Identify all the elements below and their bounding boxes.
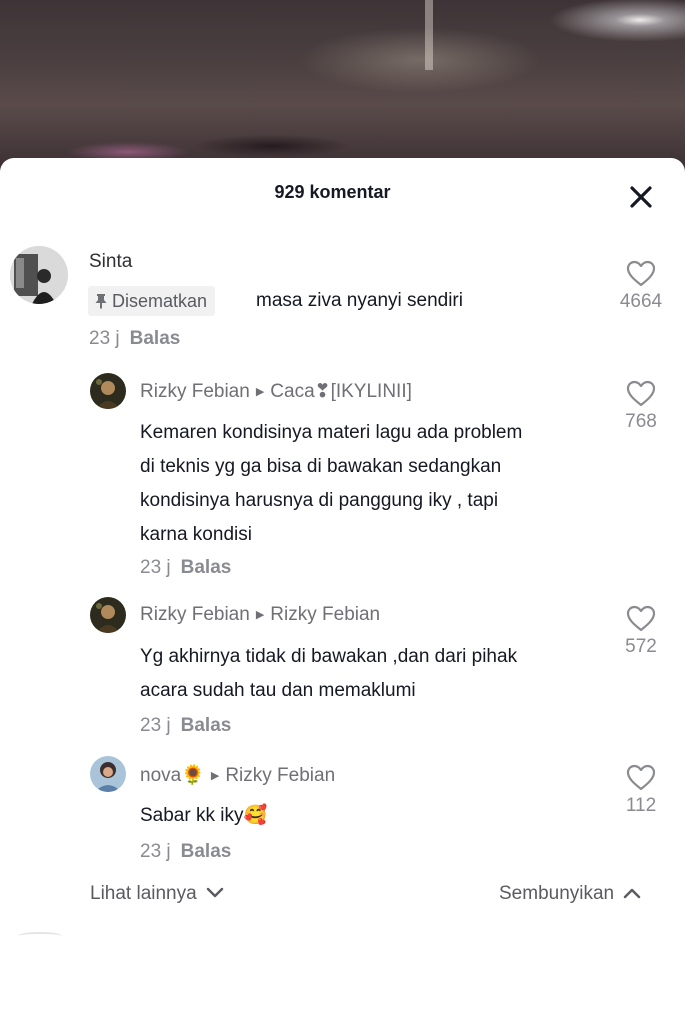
comment-time: 23 j [89,328,120,349]
comment-text-line: Sabar kk iky🥰 [140,805,268,826]
comment-meta: 23 j Balas [140,557,231,579]
reply-arrow-icon: ▶ [255,386,265,398]
comment-time: 23 j [140,841,171,862]
reply-to-user[interactable]: Rizky Febian [270,604,380,625]
view-more-replies-button[interactable]: Lihat lainnya [90,883,224,905]
hide-replies-button[interactable]: Sembunyikan [499,883,641,905]
comment-text: Yg akhirnya tidak di bawakan ,dan dari p… [140,640,517,708]
chevron-down-icon [206,887,224,898]
comment-text: Kemaren kondisinya materi lagu ada probl… [140,416,522,552]
comment-time: 23 j [140,715,171,736]
reply-arrow-icon: ▶ [210,770,220,782]
avatar[interactable] [90,756,126,792]
heart-outline-icon [626,605,656,632]
video-light-beam [425,0,433,70]
heart-outline-icon [626,260,656,287]
comment-text: Sabar kk iky🥰 [140,799,267,833]
comment-count-title: 929 komentar [274,182,391,202]
like-count: 4664 [619,291,663,312]
reply-author-line: nova🌻 ▶ Rizky Febian [140,763,335,787]
avatar[interactable] [90,373,126,409]
like-count: 572 [625,636,657,657]
avatar[interactable] [10,246,68,304]
reply-to-user[interactable]: Rizky Febian [225,765,335,786]
heart-outline-icon [626,764,656,791]
comment-author[interactable]: Sinta [89,251,132,273]
comment-text-line: di teknis yg ga bisa di bawakan sedangka… [140,456,502,477]
chevron-up-icon [624,888,641,899]
pinned-label: Disematkan [112,291,208,311]
comment-author[interactable]: Rizky Febian [140,381,250,402]
next-comment-avatar-edge [18,932,62,940]
comment-time: 23 j [140,557,171,578]
like-button[interactable]: 112 [611,764,671,817]
like-button[interactable]: 768 [611,380,671,433]
close-button[interactable] [626,182,656,212]
comment-text-line: kondisinya harusnya di panggung iky , ta… [140,490,499,511]
pin-icon [95,294,107,309]
like-button[interactable]: 572 [611,605,671,658]
comment-meta: 23 j Balas [140,841,231,863]
hide-label: Sembunyikan [499,883,615,904]
video-background [0,0,685,175]
reply-arrow-icon: ▶ [255,609,265,621]
comment-text-line: karna kondisi [140,524,252,545]
reply-author-line: Rizky Febian ▶ Rizky Febian [140,604,380,626]
like-button[interactable]: 4664 [611,260,671,313]
comment-text: masa ziva nyanyi sendiri [256,290,463,311]
reply-to-user[interactable]: Caca❣[IKYLINII] [270,381,412,402]
comment-text-line: Yg akhirnya tidak di bawakan ,dan dari p… [140,646,518,667]
reply-button[interactable]: Balas [181,557,232,578]
heart-outline-icon [626,380,656,407]
close-icon [630,186,652,208]
comment-text-line: Kemaren kondisinya materi lagu ada probl… [140,422,523,443]
view-more-label: Lihat lainnya [90,883,197,904]
comment-meta: 23 j Balas [89,328,180,350]
reply-button[interactable]: Balas [181,841,232,862]
reply-button[interactable]: Balas [130,328,181,349]
avatar[interactable] [90,597,126,633]
reply-author-line: Rizky Febian ▶ Caca❣[IKYLINII] [140,380,412,403]
comments-sheet: 929 komentar Sinta Disematkan masa ziva [0,158,685,1024]
like-count: 768 [625,411,657,432]
comment-author[interactable]: Rizky Febian [140,604,250,625]
comments-header: 929 komentar [0,158,685,228]
reply-button[interactable]: Balas [181,715,232,736]
pinned-badge: Disematkan [88,286,216,316]
like-count: 112 [625,795,657,816]
comment-author[interactable]: nova🌻 [140,765,205,786]
comment-meta: 23 j Balas [140,715,231,737]
comment-text-line: acara sudah tau dan memaklumi [140,680,416,701]
